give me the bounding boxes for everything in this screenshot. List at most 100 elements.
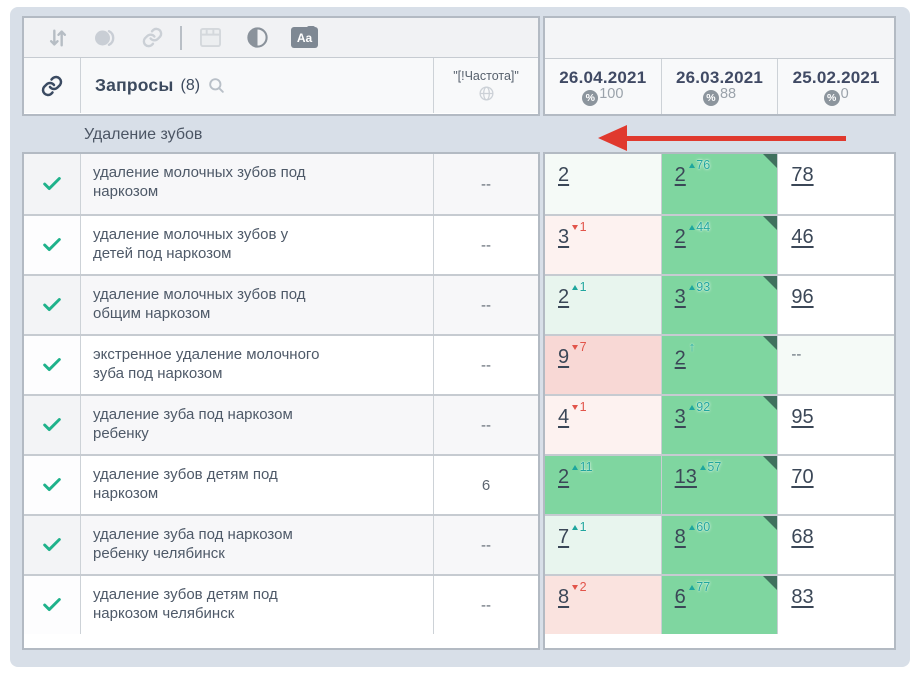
coverage: % 0: [823, 86, 849, 106]
keyword-cell[interactable]: удаление молочных зубов под наркозом: [81, 154, 433, 214]
keyword-cell[interactable]: удаление зуба под наркозом ребенку: [81, 396, 433, 454]
keyword-checkbox[interactable]: [24, 516, 81, 574]
frequency-cell: --: [433, 216, 538, 274]
position-value[interactable]: 2: [675, 347, 686, 369]
date-column-header[interactable]: 26.03.2021 % 88: [660, 59, 778, 114]
check-icon: [43, 298, 61, 312]
queries-column-header[interactable]: Запросы (8): [81, 58, 433, 113]
position-delta: 76: [688, 158, 710, 172]
keyword-cell[interactable]: удаление молочных зубов под общим наркоз…: [81, 276, 433, 334]
date-column-header[interactable]: 26.04.2021 % 100: [545, 59, 661, 114]
position-value[interactable]: 46: [791, 226, 813, 248]
delta-value: 1: [579, 400, 587, 415]
date-label: 25.02.2021: [792, 67, 880, 87]
keyword-text: удаление зуба под наркозом ребенку челяб…: [93, 526, 293, 563]
keyword-checkbox[interactable]: [24, 396, 81, 454]
keyword-cell[interactable]: экстренное удаление молочного зуба под н…: [81, 336, 433, 394]
delta-arrow-icon: [572, 284, 579, 290]
coverage-value: 0: [840, 85, 849, 102]
date-label: 26.03.2021: [675, 67, 764, 87]
sort-icon[interactable]: [45, 25, 71, 51]
check-icon: [43, 177, 61, 191]
positions-row: 31 2 44 46: [545, 214, 895, 274]
position-delta: 60: [688, 520, 710, 534]
keyword-cell[interactable]: удаление зуба под наркозом ребенку челяб…: [81, 516, 433, 574]
position-value[interactable]: 95: [791, 406, 813, 428]
position-value[interactable]: 4: [558, 406, 569, 428]
keyword-cell[interactable]: удаление зубов детям под наркозом челяби…: [81, 576, 433, 634]
keyword-text: экстренное удаление молочного зуба под н…: [93, 346, 320, 383]
position-value[interactable]: 2: [675, 226, 686, 248]
coverage-value: 100: [599, 85, 624, 102]
check-icon: [43, 478, 61, 492]
position-value[interactable]: 13: [675, 466, 697, 488]
frequency-column-header[interactable]: "[!Частота]": [433, 58, 538, 113]
table-header-block: Aa Запросы (8) "[!Частота]": [22, 16, 540, 116]
delta-arrow-icon: [688, 224, 695, 230]
delta-value: 93: [696, 280, 711, 295]
position-value[interactable]: 3: [558, 226, 569, 248]
position-cell: 70: [777, 456, 895, 514]
delta-arrow-icon: [688, 162, 695, 168]
queries-count: (8): [180, 76, 201, 94]
frequency-cell: --: [433, 276, 538, 334]
link-icon[interactable]: [139, 25, 165, 51]
delta-arrow-icon: [688, 284, 695, 290]
keyword-checkbox[interactable]: [24, 576, 81, 634]
keyword-row: удаление зубов детям под наркозом 6: [24, 454, 538, 514]
position-delta: 77: [688, 580, 710, 594]
position-value[interactable]: 2: [558, 466, 569, 488]
link-column-header[interactable]: [24, 58, 81, 113]
position-value[interactable]: --: [791, 346, 801, 363]
position-delta: 7: [572, 340, 587, 355]
groups-circles-icon[interactable]: [92, 25, 118, 51]
position-value[interactable]: 83: [791, 586, 813, 608]
delta-arrow-icon: [572, 344, 579, 350]
keyword-text: удаление зуба под наркозом ребенку: [93, 406, 293, 443]
queries-label: Запросы: [95, 75, 174, 95]
position-value[interactable]: 2: [675, 164, 686, 186]
position-value[interactable]: 68: [791, 526, 813, 548]
position-value[interactable]: 6: [675, 586, 686, 608]
position-value[interactable]: 78: [791, 164, 813, 186]
keyword-checkbox[interactable]: [24, 154, 81, 214]
toolbar: Aa: [24, 18, 538, 58]
keyword-group-row[interactable]: Удаление зубов: [22, 118, 896, 151]
position-cell: 2: [660, 336, 778, 394]
position-value[interactable]: 70: [791, 466, 813, 488]
position-cell: 71: [545, 516, 661, 574]
position-delta: 1: [572, 520, 587, 534]
position-value[interactable]: 2: [558, 164, 569, 186]
position-value[interactable]: 8: [675, 526, 686, 548]
position-value[interactable]: 9: [558, 346, 569, 368]
date-column-header[interactable]: 25.02.2021 % 0: [777, 59, 894, 114]
contrast-icon[interactable]: [244, 25, 270, 51]
position-value[interactable]: 7: [558, 526, 569, 548]
position-value[interactable]: 96: [791, 286, 813, 308]
keyword-checkbox[interactable]: [24, 216, 81, 274]
keyword-checkbox[interactable]: [24, 456, 81, 514]
search-icon[interactable]: [207, 76, 226, 95]
position-cell: 46: [777, 216, 895, 274]
position-value[interactable]: 2: [558, 286, 569, 308]
position-value[interactable]: 3: [675, 286, 686, 308]
position-delta: 44: [688, 220, 710, 234]
text-style-icon[interactable]: Aa: [291, 26, 318, 48]
keyword-row: удаление молочных зубов под общим наркоз…: [24, 274, 538, 334]
chain-icon: [41, 75, 63, 96]
keyword-row: удаление зуба под наркозом ребенку челяб…: [24, 514, 538, 574]
keyword-checkbox[interactable]: [24, 336, 81, 394]
delta-value: 57: [707, 460, 722, 475]
position-value[interactable]: 8: [558, 586, 569, 608]
position-cell: 6 77: [660, 576, 778, 634]
table-view-icon[interactable]: [197, 25, 223, 51]
keyword-cell[interactable]: удаление зубов детям под наркозом: [81, 456, 433, 514]
keyword-cell[interactable]: удаление молочных зубов у детей под нарк…: [81, 216, 433, 274]
position-cell: 82: [545, 576, 661, 634]
check-icon: [43, 418, 61, 432]
delta-value: 7: [579, 340, 587, 355]
keyword-checkbox[interactable]: [24, 276, 81, 334]
position-cell: --: [777, 336, 895, 394]
position-delta: 2: [572, 580, 587, 594]
position-value[interactable]: 3: [675, 406, 686, 428]
